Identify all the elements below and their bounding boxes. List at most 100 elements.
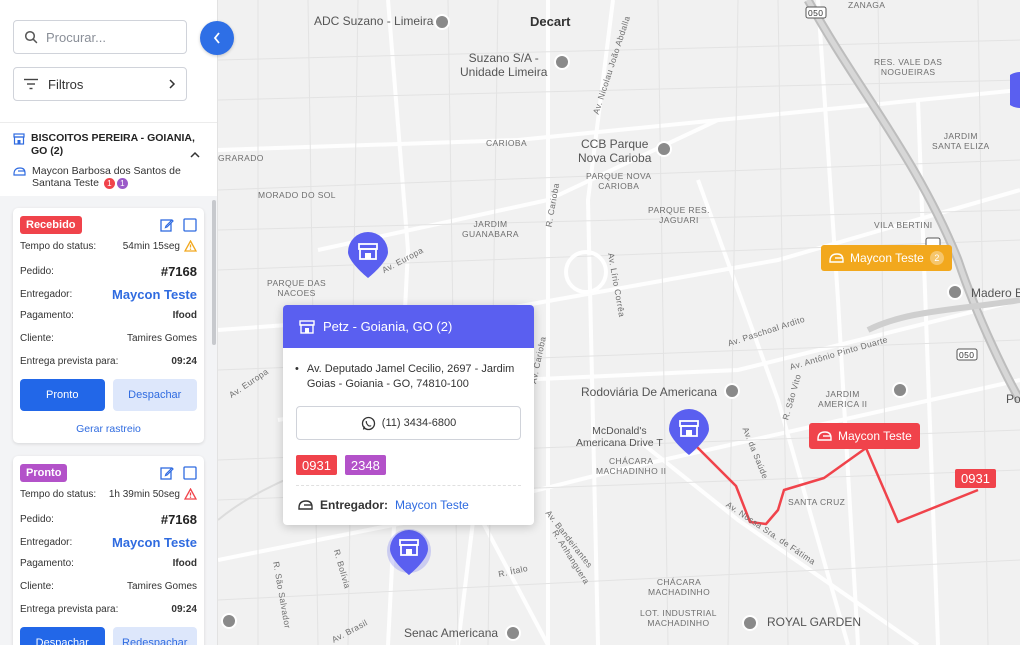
dispatch-button[interactable]: Despachar (20, 627, 105, 645)
group-driver-name: Maycon Barbosa dos Santos de Santana Tes… (32, 165, 181, 189)
payment-value: Ifood (172, 310, 197, 321)
poi-marker[interactable] (656, 141, 672, 157)
store-pin-marker[interactable] (347, 232, 389, 280)
poi-marker[interactable] (724, 383, 740, 399)
popup-address: Av. Deputado Jamel Cecilio, 2697 - Jardi… (306, 363, 515, 390)
purple-count-badge: 1 (116, 177, 128, 189)
store-pin-selected[interactable] (386, 527, 432, 579)
eta-value: 09:24 (171, 356, 197, 367)
edit-icon[interactable] (160, 218, 174, 232)
helmet-icon (817, 431, 832, 441)
poi-marker[interactable] (434, 14, 450, 30)
map-label: ROYAL GARDEN (767, 615, 862, 629)
map-label: CHÁCARA MACHADINHO II (596, 456, 667, 476)
poi-marker[interactable] (505, 625, 521, 641)
map-label: MORADO DO SOL (258, 190, 336, 200)
store-pin-marker[interactable] (668, 409, 710, 457)
helmet-icon (13, 167, 26, 176)
client-label: Cliente: (20, 333, 54, 344)
store-icon (299, 319, 315, 334)
filters-label: Filtros (48, 76, 84, 92)
status-time: 1h 39min 50seg (108, 488, 180, 500)
chevron-right-icon (169, 79, 176, 89)
map-label: JARDIM SANTA ELIZA (932, 131, 990, 151)
popup-title: Petz - Goiania, GO (2) (323, 319, 453, 334)
helmet-icon (298, 500, 313, 510)
order-code-badge[interactable]: 2348 (344, 455, 386, 475)
phone-button[interactable]: (11) 3434-6800 (296, 406, 521, 440)
poi-marker[interactable] (947, 284, 963, 300)
poi-marker[interactable] (742, 615, 758, 631)
generate-tracking-link[interactable]: Gerar rastreio (20, 423, 197, 435)
driver-marker-chip[interactable]: Maycon Teste (809, 423, 920, 449)
poi-marker[interactable] (554, 54, 570, 70)
store-icon (13, 133, 25, 145)
chevron-left-icon (213, 32, 220, 44)
checkbox-icon[interactable] (183, 466, 197, 480)
driver-link[interactable]: Maycon Teste (112, 287, 197, 302)
collapse-sidebar-button[interactable] (200, 21, 234, 55)
store-pin-marker[interactable] (1010, 72, 1020, 108)
store-popup: Petz - Goiania, GO (2) • Av. Deputado Ja… (283, 305, 534, 525)
filters-button[interactable]: Filtros (13, 67, 187, 101)
dispatch-button[interactable]: Despachar (112, 379, 197, 411)
chevron-up-icon[interactable] (190, 151, 200, 159)
map-label: CHÁCARA MACHADINHO (648, 577, 711, 597)
eta-label: Entrega prevista para: (20, 604, 119, 615)
status-time-label: Tempo do status: (20, 240, 97, 252)
scrollbar[interactable] (212, 200, 216, 345)
driver-marker-chip[interactable]: Maycon Teste 2 (821, 245, 952, 271)
status-badge: Recebido (20, 216, 82, 234)
map-label: Madero B (971, 286, 1020, 300)
status-badge: Pronto (20, 464, 68, 482)
store-group-name: BISCOITOS PEREIRA - GOIANIA, GO (2) (31, 132, 195, 157)
map-label: ZANAGA (848, 0, 886, 10)
red-count-badge: 1 (103, 177, 115, 189)
map-label: 050 (808, 8, 824, 18)
order-number: #7168 (160, 512, 197, 527)
driver-label: Entregador: (20, 537, 73, 548)
map-label: JARDIM GUANABARA (462, 219, 519, 239)
redispatch-button[interactable]: Redespachar (112, 627, 197, 645)
client-value: Tamires Gomes (126, 581, 197, 592)
poi-marker[interactable] (221, 613, 237, 629)
eta-label: Entrega prevista para: (20, 356, 119, 367)
driver-chip-count: 2 (929, 251, 944, 265)
checkbox-icon[interactable] (183, 218, 197, 232)
divider (296, 485, 521, 486)
divider (0, 122, 217, 123)
search-icon (24, 30, 38, 44)
popup-header: Petz - Goiania, GO (2) (283, 305, 534, 348)
ready-button[interactable]: Pronto (20, 379, 105, 411)
order-code-badge[interactable]: 0931 (296, 455, 337, 475)
store-group-header[interactable]: BISCOITOS PEREIRA - GOIANIA, GO (2) Mayc… (13, 132, 208, 189)
helmet-icon (829, 253, 844, 263)
order-code-marker[interactable]: 0931 (955, 469, 996, 488)
map-label: PARQUE RES. JAGUARI (648, 205, 710, 225)
payment-label: Pagamento: (20, 558, 74, 569)
search-box[interactable] (13, 20, 187, 54)
client-label: Cliente: (20, 581, 54, 592)
map-label: JARDIM AMERICA II (818, 389, 868, 409)
order-card[interactable]: Recebido Tempo do status: 54min 15seg Pe… (13, 208, 204, 443)
map-label: LOT. INDUSTRIAL MACHADINHO (640, 608, 717, 628)
filter-icon (24, 78, 38, 90)
map-label: GRARADO (218, 153, 264, 163)
poi-marker[interactable] (892, 382, 908, 398)
driver-chip-label: Maycon Teste (838, 429, 912, 443)
search-input[interactable] (46, 29, 166, 45)
popup-driver-link[interactable]: Maycon Teste (395, 498, 469, 512)
order-card[interactable]: Pronto Tempo do status: 1h 39min 50seg P… (13, 456, 204, 645)
map-label: Senac Americana (404, 626, 499, 640)
map-label: 050 (959, 350, 975, 360)
map-label: McDonald's Americana Drive T (576, 425, 663, 449)
payment-label: Pagamento: (20, 310, 74, 321)
map-label: SANTA CRUZ (788, 497, 846, 507)
alert-icon (184, 488, 197, 500)
popup-driver-label: Entregador: (320, 498, 389, 512)
driver-link[interactable]: Maycon Teste (112, 535, 197, 550)
edit-icon[interactable] (160, 466, 174, 480)
client-value: Tamires Gomes (126, 333, 197, 344)
whatsapp-icon (361, 416, 375, 430)
order-label: Pedido: (20, 266, 54, 277)
